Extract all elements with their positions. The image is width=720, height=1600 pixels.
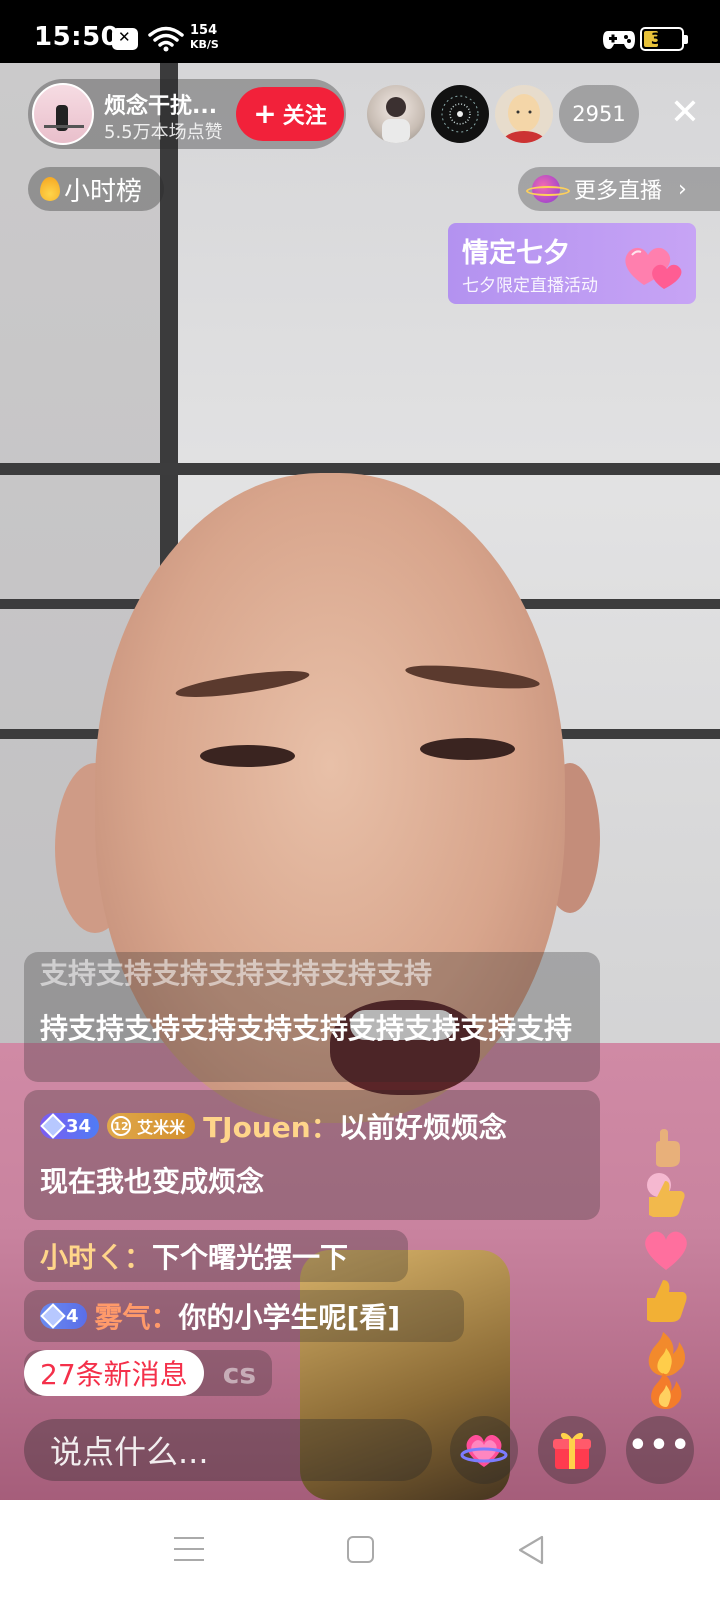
chat-partial-text: cs [222,1356,256,1390]
new-messages-button[interactable]: 27条新消息 [24,1350,204,1396]
game-mode-icon [603,31,635,49]
video-streamer-eye [200,745,295,767]
chat-text: 下个曙光摆一下 [152,1241,349,1274]
fan-level: 12 [111,1116,132,1136]
chat-username[interactable]: TJouen： [203,1106,339,1146]
chevron-right-icon: › [678,176,687,202]
chat-username[interactable]: 小时ㄑ： [40,1236,152,1276]
chat-text: 以前好烦烦念 [338,1111,507,1144]
viewer-avatar-1[interactable] [367,85,425,143]
recent-apps-icon[interactable] [174,1537,204,1563]
event-subtitle: 七夕限定直播活动 [462,276,598,296]
viewer-avatar-2[interactable] [431,85,489,143]
heart-planet-icon [460,1435,508,1467]
gem-icon [40,1113,66,1139]
hour-rank-label: 小时榜 [64,176,143,207]
gem-icon [40,1303,66,1329]
chat-message[interactable]: 4 雾气： 你的小学生呢[看] [24,1290,464,1342]
gift-button[interactable] [538,1416,606,1484]
chat-text: 现在我也变成烦念 [40,1165,265,1198]
fan-club-badge: 12 艾米米 [107,1113,196,1139]
viewer-count[interactable]: 2951 [559,85,639,143]
status-time: 15:50 [34,22,120,52]
chat-faded-body: 持支持支持支持支持支持支持支持支持支持 [40,1002,600,1056]
notification-icon [112,28,138,50]
anchor-likes: 5.5万本场点赞 [104,122,223,143]
anchor-name[interactable]: 烦念干扰... [104,88,217,120]
close-icon[interactable]: ✕ [664,92,706,134]
event-banner[interactable]: 情定七夕 七夕限定直播活动 [448,223,696,304]
fan-club-name: 艾米米 [137,1118,186,1137]
wifi-icon [148,26,184,52]
event-title: 情定七夕 [462,238,570,269]
follow-label: 关注 [282,104,327,129]
more-button[interactable]: ••• [626,1416,694,1484]
more-live-label: 更多直播 [574,179,663,204]
chat-faded-text: 持支持支持支持支持支持支持支持支持支持 [40,1012,573,1045]
more-icon: ••• [628,1428,692,1463]
fire-icon [40,177,60,201]
live-stream-screen: 15:50 154 KB/S 39 [0,0,720,1600]
like-button[interactable] [450,1416,518,1484]
floating-thumbs-icon [636,1165,696,1223]
heart-icon [625,247,682,289]
battery-icon: 39 [640,27,688,51]
hour-rank-button[interactable]: 小时榜 [28,167,165,211]
chat-message[interactable]: 34 12 艾米米 TJouen： 以前好烦烦念 现在我也变成烦念 [24,1090,600,1220]
planet-icon [526,175,570,203]
user-level-badge: 4 [40,1303,87,1329]
floating-thumbs-up-icon [636,1270,696,1328]
video-streamer-eye [420,738,515,760]
chat-text: 你的小学生呢[看] [178,1301,401,1334]
user-level: 4 [66,1305,79,1327]
more-live-button[interactable]: 更多直播 › [518,167,720,211]
net-speed-unit: KB/S [190,38,219,51]
follow-button[interactable]: + 关注 [236,87,344,141]
status-bar: 15:50 154 KB/S 39 [0,0,720,63]
floating-fire-icon [636,1358,696,1416]
system-nav-bar [0,1500,720,1600]
comment-input[interactable]: 说点什么... [24,1419,432,1481]
user-level: 34 [66,1115,92,1137]
gift-icon [553,1432,591,1469]
viewer-avatar-3-image [502,94,546,143]
chat-faded-top-line: 支持支持支持支持支持支持支持 [40,957,433,990]
viewer-avatar-2-image [441,95,479,133]
video-rail [0,463,720,475]
chat-username[interactable]: 雾气： [95,1296,179,1336]
net-speed-value: 154 [190,23,218,38]
user-level-badge: 34 [40,1113,100,1139]
anchor-avatar[interactable] [32,83,94,145]
plus-icon: + [253,97,277,130]
net-speed: 154 KB/S [190,24,219,52]
chat-text-line: 现在我也变成烦念 [40,1152,264,1208]
viewer-avatar-3[interactable] [495,85,553,143]
chat-message[interactable]: 小时ㄑ： 下个曙光摆一下 [24,1230,408,1282]
comment-placeholder: 说点什么... [50,1433,209,1471]
chat-message-header: 34 12 艾米米 TJouen： 以前好烦烦念 [40,1100,507,1152]
battery-level: 39 [650,29,674,48]
home-icon[interactable] [347,1536,374,1563]
back-icon[interactable] [516,1534,546,1566]
viewer-avatar-1-image [382,97,410,143]
